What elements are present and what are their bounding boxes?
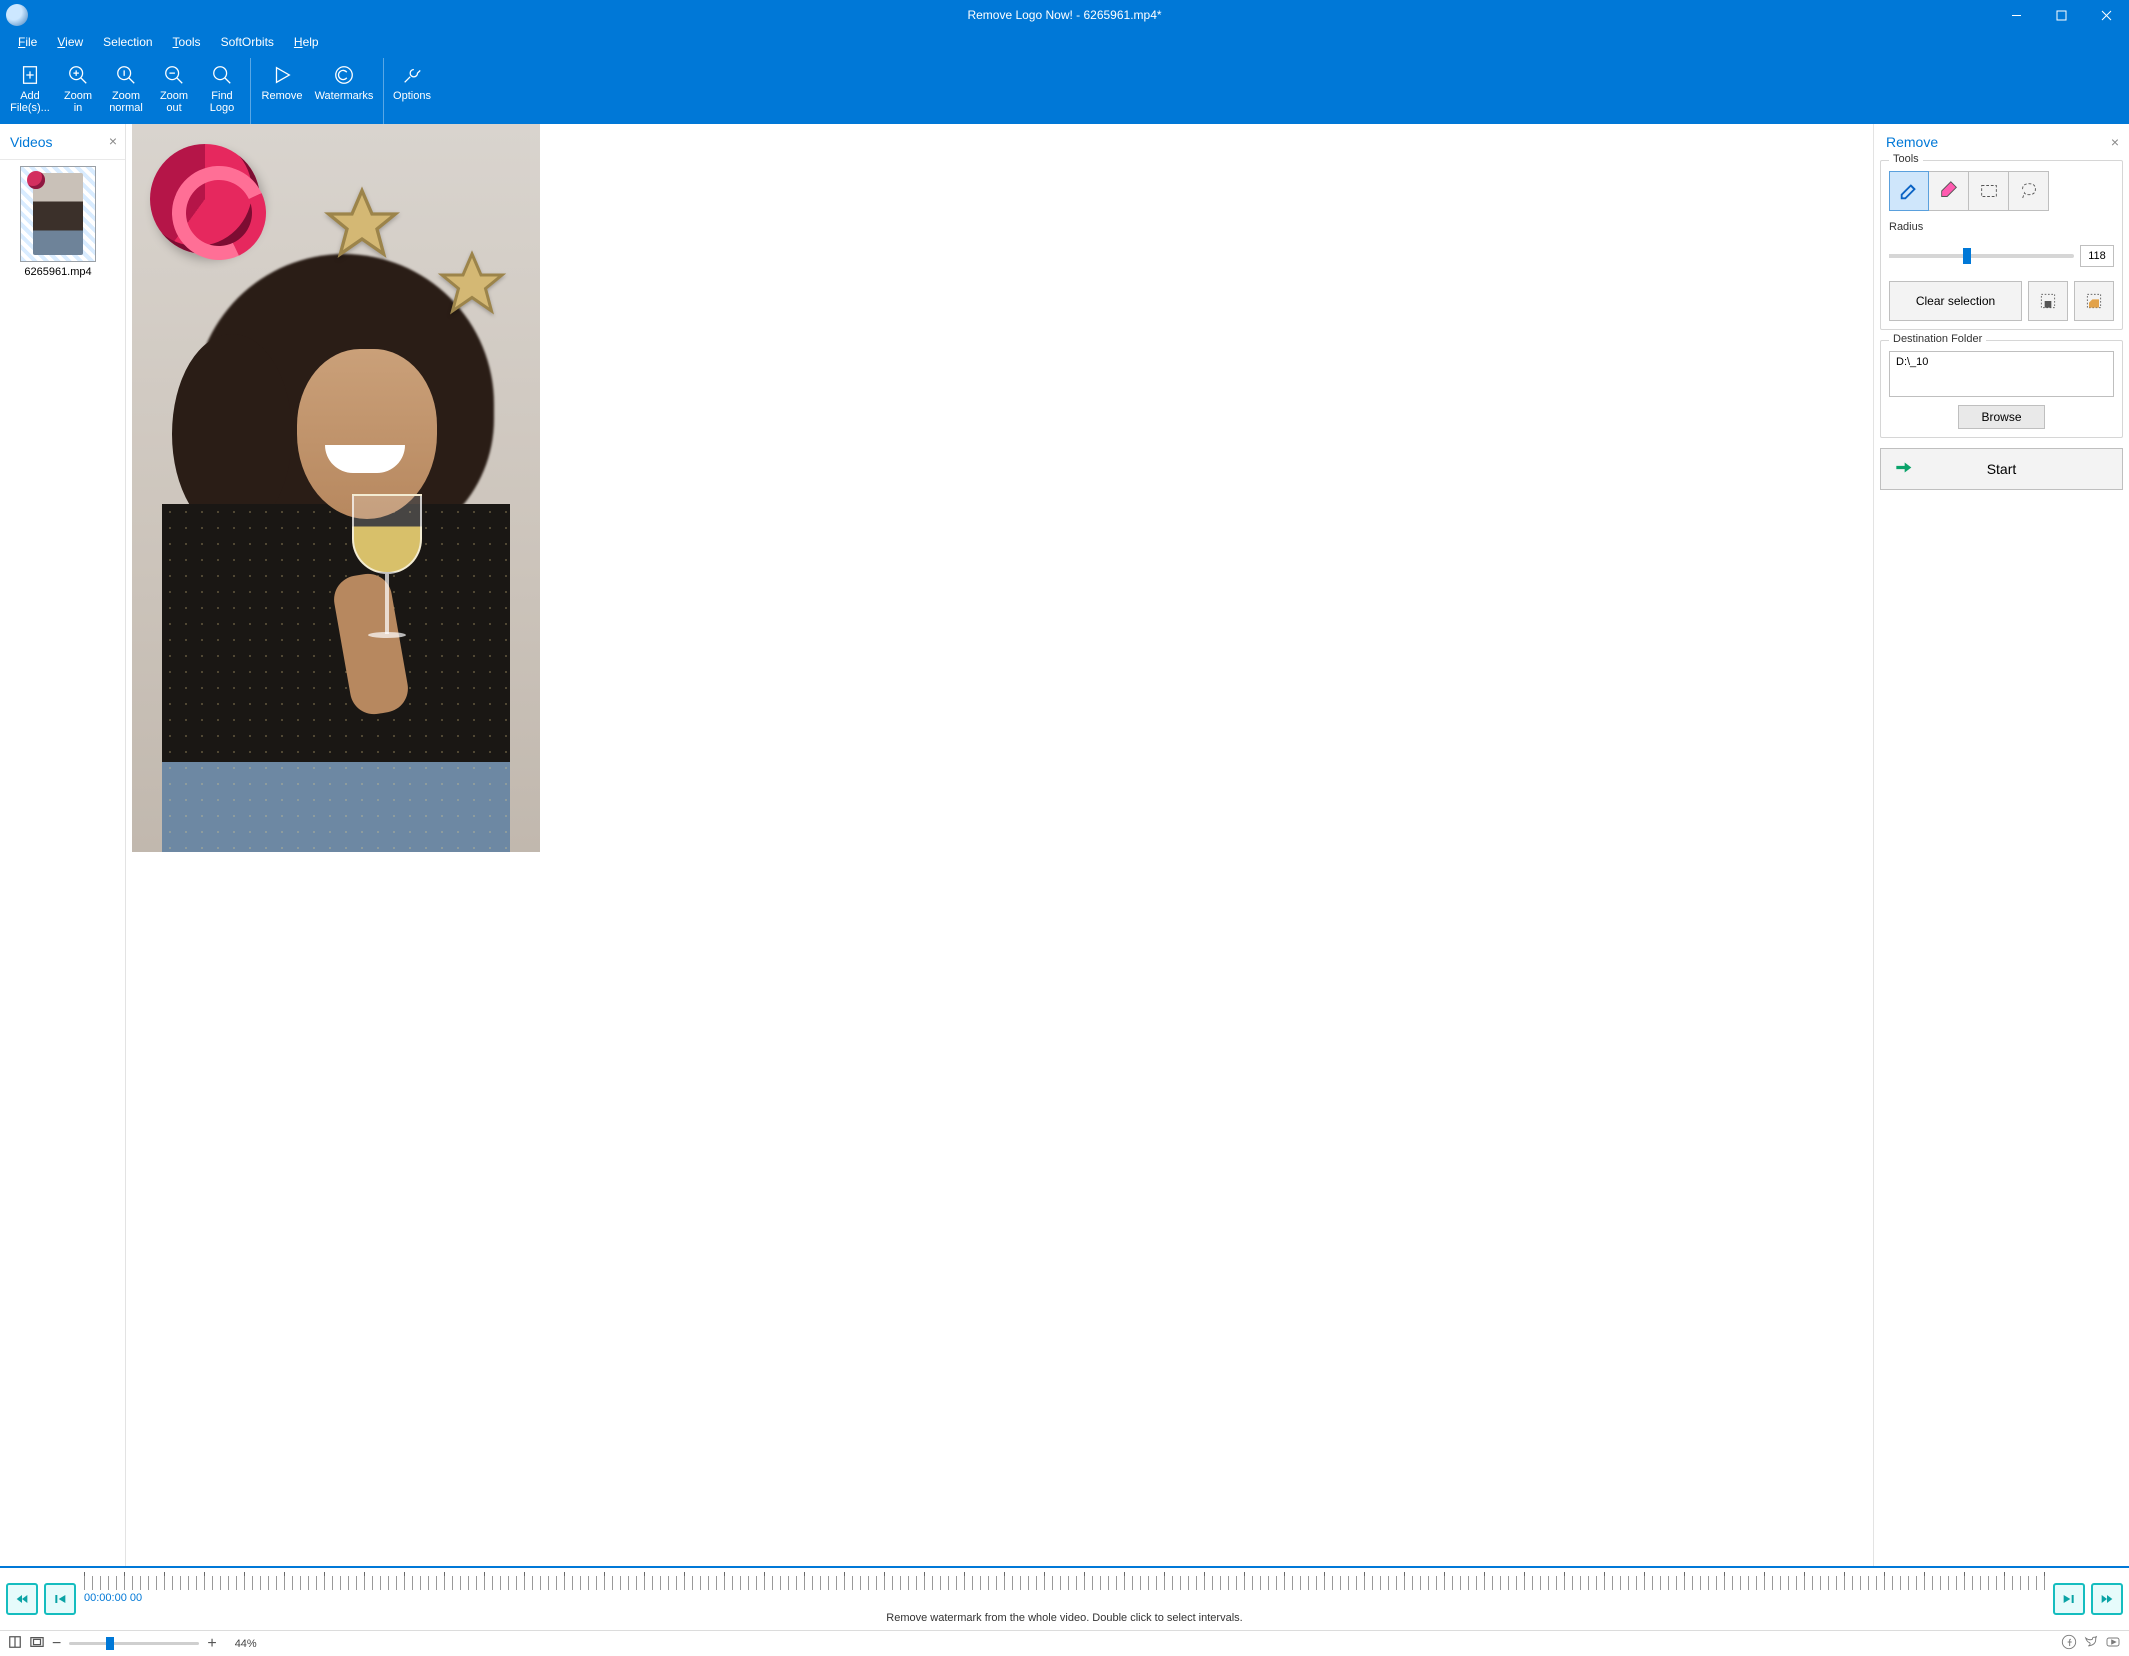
wrench-icon bbox=[399, 62, 425, 88]
clear-selection-button[interactable]: Clear selection bbox=[1889, 281, 2022, 321]
close-icon[interactable]: × bbox=[109, 134, 117, 148]
destination-legend: Destination Folder bbox=[1889, 333, 1986, 345]
destination-folder-field[interactable]: D:\_10 bbox=[1889, 351, 2114, 397]
menu-view[interactable]: View bbox=[47, 33, 93, 51]
step-back-button[interactable] bbox=[44, 1583, 76, 1615]
menu-softorbits[interactable]: SoftOrbits bbox=[211, 33, 284, 51]
eraser-tool[interactable] bbox=[1929, 171, 1969, 211]
marker-tool[interactable] bbox=[1889, 171, 1929, 211]
watermarks-button[interactable]: Watermarks bbox=[309, 58, 379, 124]
timeline-time: 00:00:00 00 bbox=[84, 1592, 142, 1604]
step-forward-button[interactable] bbox=[2053, 1583, 2085, 1615]
zoom-out-button[interactable]: Zoom out bbox=[150, 58, 198, 124]
zoom-percent: 44% bbox=[235, 1638, 257, 1650]
search-icon bbox=[209, 62, 235, 88]
maximize-button[interactable] bbox=[2039, 0, 2084, 30]
window-title: Remove Logo Now! - 6265961.mp4* bbox=[967, 8, 1161, 22]
star-decoration bbox=[322, 184, 402, 264]
zoom-out-icon bbox=[161, 62, 187, 88]
fit-height-icon[interactable] bbox=[8, 1635, 22, 1652]
facebook-icon[interactable] bbox=[2061, 1634, 2077, 1653]
tools-group: Tools Radius 118 Clear selection bbox=[1880, 160, 2123, 330]
menu-tools[interactable]: Tools bbox=[163, 33, 211, 51]
zoom-normal-icon bbox=[113, 62, 139, 88]
radius-slider[interactable] bbox=[1889, 254, 2074, 258]
add-file-icon bbox=[17, 62, 43, 88]
timeline: 00:00:00 00 Remove watermark from the wh… bbox=[0, 1566, 2129, 1630]
timeline-track[interactable]: 00:00:00 00 Remove watermark from the wh… bbox=[84, 1572, 2045, 1626]
copyright-icon bbox=[331, 62, 357, 88]
rectangle-select-tool[interactable] bbox=[1969, 171, 2009, 211]
menu-help[interactable]: Help bbox=[284, 33, 329, 51]
add-files-button[interactable]: Add File(s)... bbox=[6, 58, 54, 124]
thumbnail-label: 6265961.mp4 bbox=[10, 266, 106, 278]
options-button[interactable]: Options bbox=[388, 58, 436, 124]
minimize-button[interactable] bbox=[1994, 0, 2039, 30]
forward-full-button[interactable] bbox=[2091, 1583, 2123, 1615]
remove-panel: Remove × Tools Radius 118 Clear selectio… bbox=[1873, 124, 2129, 1566]
videos-panel: Videos × 6265961.mp4 bbox=[0, 124, 126, 1566]
remove-panel-title: Remove bbox=[1886, 134, 1938, 150]
tools-legend: Tools bbox=[1889, 153, 1923, 165]
zoom-in-button[interactable]: Zoom in bbox=[54, 58, 102, 124]
close-button[interactable] bbox=[2084, 0, 2129, 30]
app-icon bbox=[6, 4, 28, 26]
youtube-icon[interactable] bbox=[2105, 1634, 2121, 1653]
video-thumbnail[interactable]: 6265961.mp4 bbox=[10, 166, 106, 278]
zoom-slider[interactable] bbox=[69, 1642, 199, 1645]
zoom-in-plus[interactable]: + bbox=[207, 1636, 216, 1652]
zoom-out-minus[interactable]: − bbox=[52, 1636, 61, 1652]
star-decoration bbox=[436, 248, 508, 320]
load-selection-button[interactable] bbox=[2074, 281, 2114, 321]
canvas-area[interactable] bbox=[126, 124, 1873, 1566]
destination-group: Destination Folder D:\_10 Browse bbox=[1880, 340, 2123, 438]
title-bar: Remove Logo Now! - 6265961.mp4* bbox=[0, 0, 2129, 30]
timeline-hint: Remove watermark from the whole video. D… bbox=[84, 1612, 2045, 1624]
zoom-normal-button[interactable]: Zoom normal bbox=[102, 58, 150, 124]
videos-panel-title: Videos bbox=[10, 134, 53, 150]
start-button[interactable]: Start bbox=[1880, 448, 2123, 490]
radius-value[interactable]: 118 bbox=[2080, 245, 2114, 267]
arrow-right-icon bbox=[1893, 458, 1913, 481]
rewind-full-button[interactable] bbox=[6, 1583, 38, 1615]
browse-button[interactable]: Browse bbox=[1958, 405, 2044, 429]
fit-screen-icon[interactable] bbox=[30, 1635, 44, 1652]
video-preview[interactable] bbox=[132, 124, 540, 852]
zoom-in-icon bbox=[65, 62, 91, 88]
close-icon[interactable]: × bbox=[2111, 134, 2119, 150]
thumbnail-image bbox=[20, 166, 96, 262]
menu-selection[interactable]: Selection bbox=[93, 33, 162, 51]
remove-button[interactable]: Remove bbox=[255, 58, 309, 124]
menu-bar: File View Selection Tools SoftOrbits Hel… bbox=[0, 30, 2129, 54]
save-selection-button[interactable] bbox=[2028, 281, 2068, 321]
watermark-logo bbox=[150, 144, 260, 254]
menu-file[interactable]: File bbox=[8, 33, 47, 51]
play-icon bbox=[269, 62, 295, 88]
radius-label: Radius bbox=[1889, 221, 2114, 233]
twitter-icon[interactable] bbox=[2083, 1634, 2099, 1653]
lasso-tool[interactable] bbox=[2009, 171, 2049, 211]
status-bar: − + 44% bbox=[0, 1630, 2129, 1656]
find-logo-button[interactable]: Find Logo bbox=[198, 58, 246, 124]
toolbar: Add File(s)... Zoom in Zoom normal Zoom … bbox=[0, 54, 2129, 124]
